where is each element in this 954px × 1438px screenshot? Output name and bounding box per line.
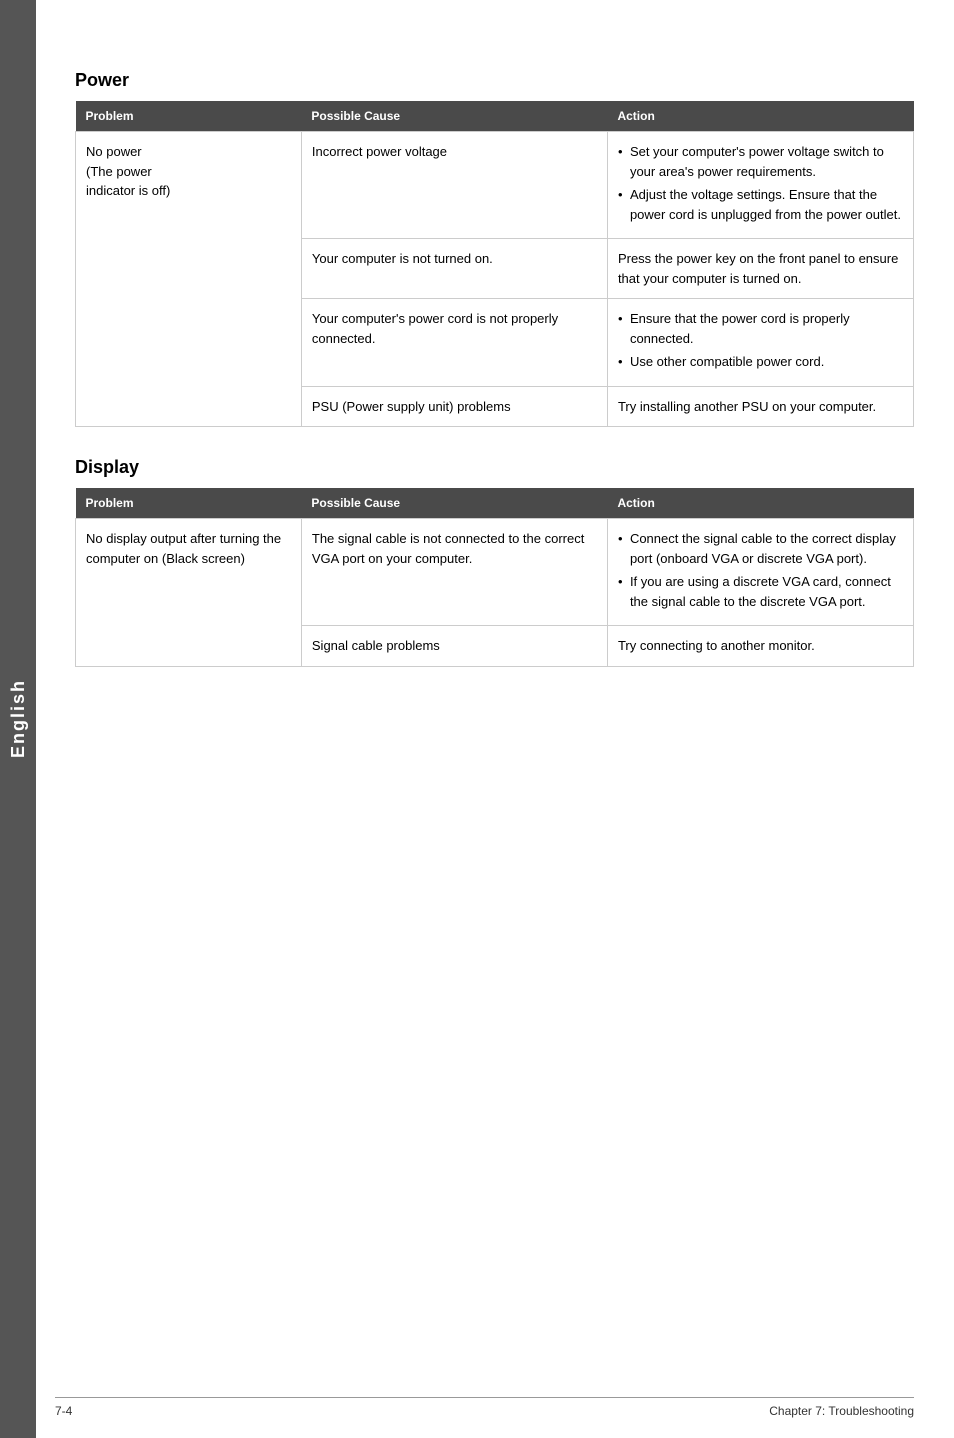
display-problem-1: No display output after turning the comp… [76, 519, 302, 667]
power-cause-4: PSU (Power supply unit) problems [301, 386, 607, 427]
display-cause-2: Signal cable problems [301, 626, 607, 667]
display-cause-1: The signal cable is not connected to the… [301, 519, 607, 626]
footer: 7-4 Chapter 7: Troubleshooting [55, 1397, 914, 1418]
power-action-2: Press the power key on the front panel t… [607, 239, 913, 299]
display-col-problem: Problem [76, 488, 302, 519]
display-table: Problem Possible Cause Action No display… [75, 488, 914, 667]
display-col-cause: Possible Cause [301, 488, 607, 519]
power-action-4: Try installing another PSU on your compu… [607, 386, 913, 427]
table-row: No display output after turning the comp… [76, 519, 914, 626]
power-action-1: Set your computer's power voltage switch… [607, 132, 913, 239]
power-table: Problem Possible Cause Action No power(T… [75, 101, 914, 427]
power-cause-3: Your computer's power cord is not proper… [301, 299, 607, 387]
power-col-cause: Possible Cause [301, 101, 607, 132]
table-row: No power(The powerindicator is off) Inco… [76, 132, 914, 239]
display-section: Display Problem Possible Cause Action No… [75, 457, 914, 667]
power-col-action: Action [607, 101, 913, 132]
power-cause-2: Your computer is not turned on. [301, 239, 607, 299]
display-action-1: Connect the signal cable to the correct … [607, 519, 913, 626]
power-col-problem: Problem [76, 101, 302, 132]
main-content: Power Problem Possible Cause Action No p… [55, 0, 954, 737]
display-section-title: Display [75, 457, 914, 478]
power-action-3: Ensure that the power cord is properly c… [607, 299, 913, 387]
sidebar-label: English [8, 679, 29, 758]
display-col-action: Action [607, 488, 913, 519]
footer-page: 7-4 [55, 1404, 72, 1418]
power-section: Power Problem Possible Cause Action No p… [75, 70, 914, 427]
power-section-title: Power [75, 70, 914, 91]
footer-chapter: Chapter 7: Troubleshooting [769, 1404, 914, 1418]
sidebar: English [0, 0, 36, 1438]
power-cause-1: Incorrect power voltage [301, 132, 607, 239]
power-problem-1: No power(The powerindicator is off) [76, 132, 302, 427]
display-action-2: Try connecting to another monitor. [607, 626, 913, 667]
